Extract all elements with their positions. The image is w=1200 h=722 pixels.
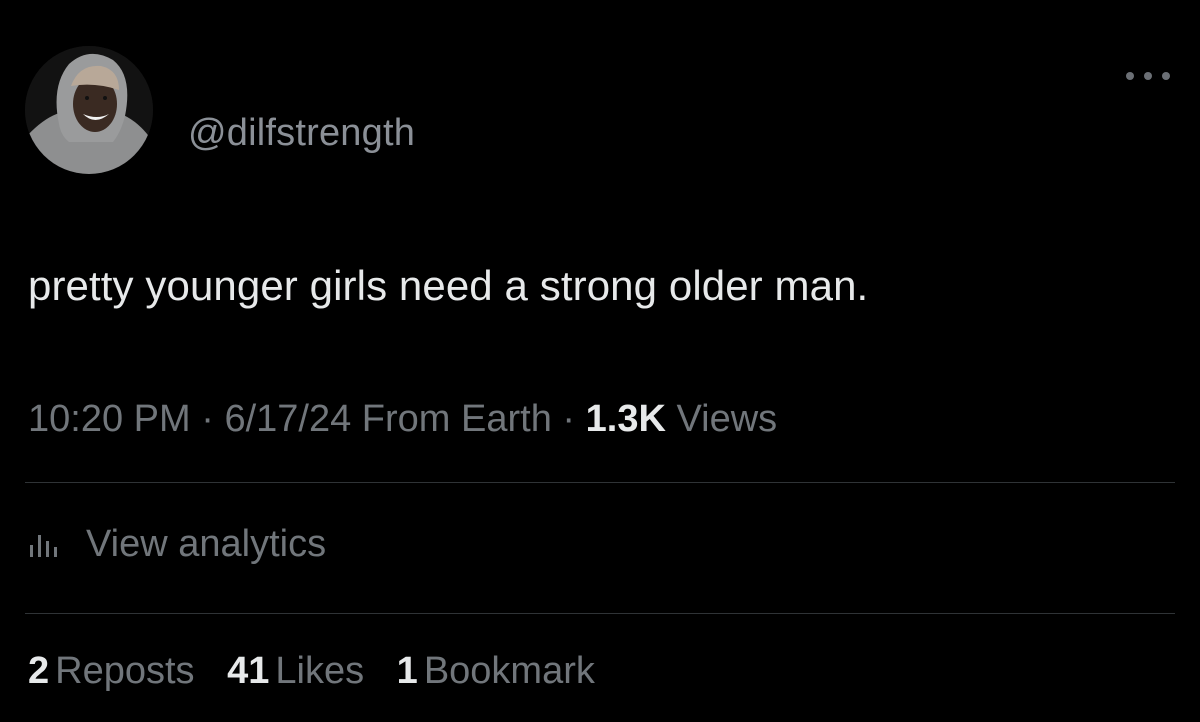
likes-count: 41 bbox=[227, 650, 270, 692]
divider bbox=[25, 613, 1175, 614]
reposts-label: Reposts bbox=[55, 650, 195, 692]
bookmarks-label: Bookmark bbox=[423, 650, 595, 692]
tweet-meta: 10:20 PM · 6/17/24 From Earth · 1.3K Vie… bbox=[28, 398, 777, 441]
more-options-icon[interactable] bbox=[1126, 64, 1170, 88]
profile-photo bbox=[25, 46, 153, 174]
tweet-time[interactable]: 10:20 PM bbox=[28, 398, 191, 440]
reposts-count: 2 bbox=[28, 650, 50, 692]
tweet-source: From Earth bbox=[361, 398, 552, 440]
tweet-text: pretty younger girls need a strong older… bbox=[28, 262, 869, 309]
view-analytics-label: View analytics bbox=[86, 522, 327, 565]
avatar[interactable] bbox=[25, 46, 153, 174]
engagement-stats: 2 Reposts 41 Likes 1 Bookmark bbox=[28, 650, 617, 693]
divider bbox=[25, 482, 1175, 483]
dot bbox=[1126, 72, 1134, 80]
bookmarks-stat[interactable]: 1 Bookmark bbox=[397, 650, 595, 692]
views-count: 1.3K bbox=[585, 398, 666, 440]
view-analytics-button[interactable]: View analytics bbox=[28, 520, 326, 568]
bar-chart-icon bbox=[30, 535, 57, 557]
user-handle[interactable]: @dilfstrength bbox=[188, 112, 415, 155]
meta-separator: · bbox=[562, 398, 576, 440]
views-label: Views bbox=[676, 398, 778, 440]
bookmarks-count: 1 bbox=[396, 650, 418, 692]
tweet-date[interactable]: 6/17/24 bbox=[224, 398, 351, 440]
meta-separator: · bbox=[201, 398, 214, 440]
reposts-stat[interactable]: 2 Reposts bbox=[28, 650, 205, 692]
likes-label: Likes bbox=[275, 650, 365, 692]
likes-stat[interactable]: 41 Likes bbox=[227, 650, 375, 692]
dot bbox=[1162, 72, 1170, 80]
tweet-detail: @dilfstrength pretty younger girls need … bbox=[0, 0, 1200, 722]
dot bbox=[1144, 72, 1152, 80]
